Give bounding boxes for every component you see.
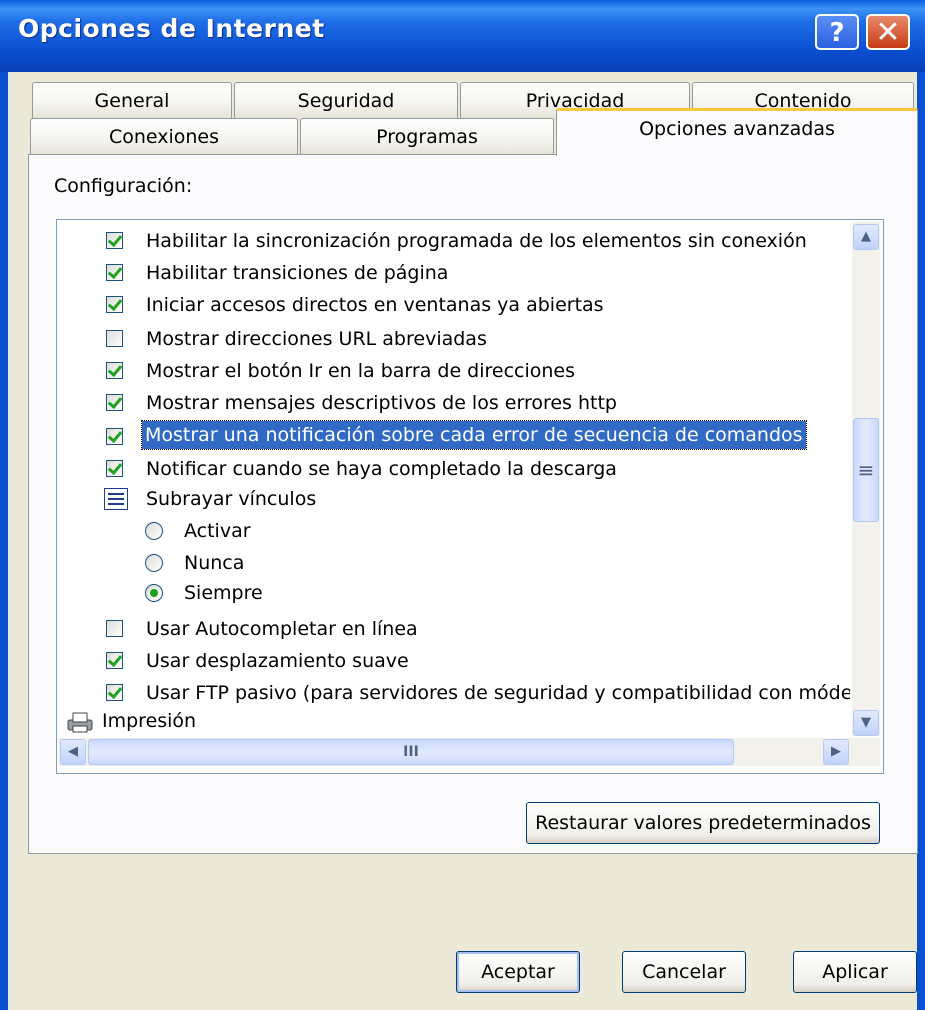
checkbox-shortcuts-open-windows[interactable] xyxy=(106,296,123,313)
radio-nunca[interactable] xyxy=(145,554,163,572)
category-impresion[interactable]: Impresión xyxy=(102,707,196,735)
checkbox-page-transitions[interactable] xyxy=(106,264,123,281)
tab-seguridad[interactable]: Seguridad xyxy=(234,82,458,120)
hscroll-thumb[interactable]: III xyxy=(88,739,734,765)
checkbox-download-complete[interactable] xyxy=(106,460,123,477)
radio-label[interactable]: Activar xyxy=(184,517,251,545)
radio-activar[interactable] xyxy=(145,522,163,540)
setting-label-selected[interactable]: Mostrar una notificación sobre cada erro… xyxy=(141,420,807,450)
tab-general[interactable]: General xyxy=(32,82,232,120)
window-title: Opciones de Internet xyxy=(18,14,325,43)
list-icon xyxy=(104,488,128,510)
setting-label[interactable]: Habilitar transiciones de página xyxy=(146,259,448,287)
checkbox-smooth-scrolling[interactable] xyxy=(106,652,123,669)
scroll-left-button[interactable]: ◀ xyxy=(60,739,86,765)
vertical-scrollbar[interactable]: ▲ ≡ ▼ xyxy=(852,222,880,736)
close-button[interactable]: ✕ xyxy=(866,14,910,50)
tab-conexiones[interactable]: Conexiones xyxy=(30,118,298,156)
setting-label[interactable]: Mostrar el botón Ir en la barra de direc… xyxy=(146,357,575,385)
restore-defaults-button[interactable]: Restaurar valores predeterminados xyxy=(526,802,880,844)
printer-icon xyxy=(67,712,93,733)
group-label: Subrayar vínculos xyxy=(146,488,317,510)
scroll-up-button[interactable]: ▲ xyxy=(853,224,879,250)
setting-label[interactable]: Iniciar accesos directos en ventanas ya … xyxy=(146,291,604,319)
configuracion-label: Configuración: xyxy=(54,175,193,197)
radio-label[interactable]: Nunca xyxy=(184,549,244,577)
radio-siempre[interactable] xyxy=(145,584,163,602)
scroll-right-button[interactable]: ▶ xyxy=(823,739,849,765)
setting-label[interactable]: Usar desplazamiento suave xyxy=(146,647,409,675)
checkbox-sync-offline[interactable] xyxy=(106,232,123,249)
scroll-thumb[interactable]: ≡ xyxy=(853,418,879,522)
setting-label[interactable]: Habilitar la sincronización programada d… xyxy=(146,227,807,255)
setting-label[interactable]: Notificar cuando se haya completado la d… xyxy=(146,455,617,483)
internet-options-window: Opciones de Internet ? ✕ General Segurid… xyxy=(0,0,925,1010)
setting-label[interactable]: Usar FTP pasivo (para servidores de segu… xyxy=(146,679,850,707)
scroll-down-button[interactable]: ▼ xyxy=(853,710,879,736)
checkbox-passive-ftp[interactable] xyxy=(106,684,123,701)
help-button[interactable]: ? xyxy=(815,14,859,50)
title-bar[interactable]: Opciones de Internet ? ✕ xyxy=(0,0,925,72)
radio-label[interactable]: Siempre xyxy=(184,579,263,607)
checkbox-friendly-http-errors[interactable] xyxy=(106,394,123,411)
cancel-button[interactable]: Cancelar xyxy=(622,951,746,993)
checkbox-go-button[interactable] xyxy=(106,362,123,379)
setting-label[interactable]: Mostrar direcciones URL abreviadas xyxy=(146,325,487,353)
tab-programas[interactable]: Programas xyxy=(300,118,554,156)
checkbox-short-urls[interactable] xyxy=(106,330,123,347)
tab-opciones-avanzadas[interactable]: Opciones avanzadas xyxy=(556,108,918,156)
apply-button[interactable]: Aplicar xyxy=(793,951,917,993)
checkbox-script-error-notify[interactable] xyxy=(106,428,123,445)
setting-label[interactable]: Mostrar mensajes descriptivos de los err… xyxy=(146,389,617,417)
ok-button[interactable]: Aceptar xyxy=(456,951,580,993)
setting-label[interactable]: Usar Autocompletar en línea xyxy=(146,615,418,643)
horizontal-scrollbar[interactable]: ◀ III ▶ xyxy=(58,738,880,766)
checkbox-inline-autocomplete[interactable] xyxy=(106,620,123,637)
